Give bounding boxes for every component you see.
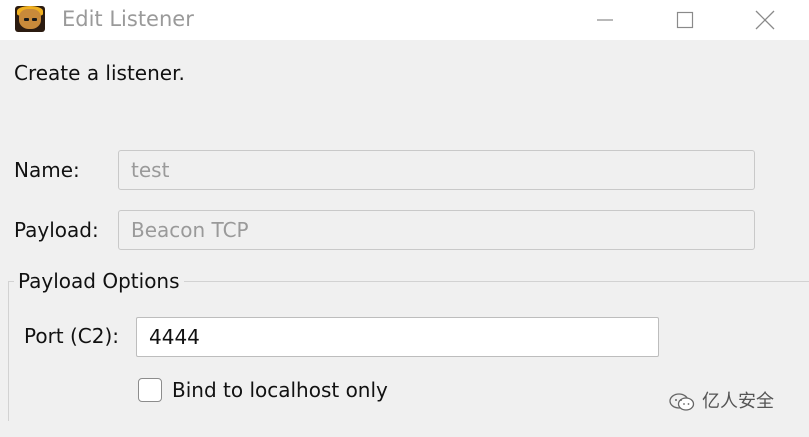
payload-options-title: Payload Options xyxy=(14,268,184,294)
close-icon xyxy=(755,10,775,30)
edit-listener-dialog: Edit Listener Create a listener. Name: t… xyxy=(0,0,809,437)
app-avatar-icon xyxy=(15,6,45,32)
maximize-button[interactable] xyxy=(655,0,715,40)
minimize-icon xyxy=(597,19,613,21)
wechat-icon xyxy=(669,393,695,411)
payload-label: Payload: xyxy=(14,218,99,242)
watermark-text: 亿人安全 xyxy=(702,391,774,412)
payload-options-border xyxy=(8,281,9,421)
name-label: Name: xyxy=(14,158,80,182)
port-label: Port (C2): xyxy=(24,324,120,348)
close-button[interactable] xyxy=(735,0,795,40)
maximize-icon xyxy=(676,11,694,29)
bind-localhost-checkbox[interactable] xyxy=(138,378,162,402)
name-field[interactable]: test xyxy=(118,150,755,190)
window-title: Edit Listener xyxy=(62,7,194,31)
bind-localhost-label[interactable]: Bind to localhost only xyxy=(172,378,388,402)
title-bar[interactable]: Edit Listener xyxy=(0,0,809,40)
minimize-button[interactable] xyxy=(575,0,635,40)
payload-field[interactable]: Beacon TCP xyxy=(118,210,755,250)
port-input[interactable]: 4444 xyxy=(136,317,659,357)
intro-text: Create a listener. xyxy=(14,61,185,85)
